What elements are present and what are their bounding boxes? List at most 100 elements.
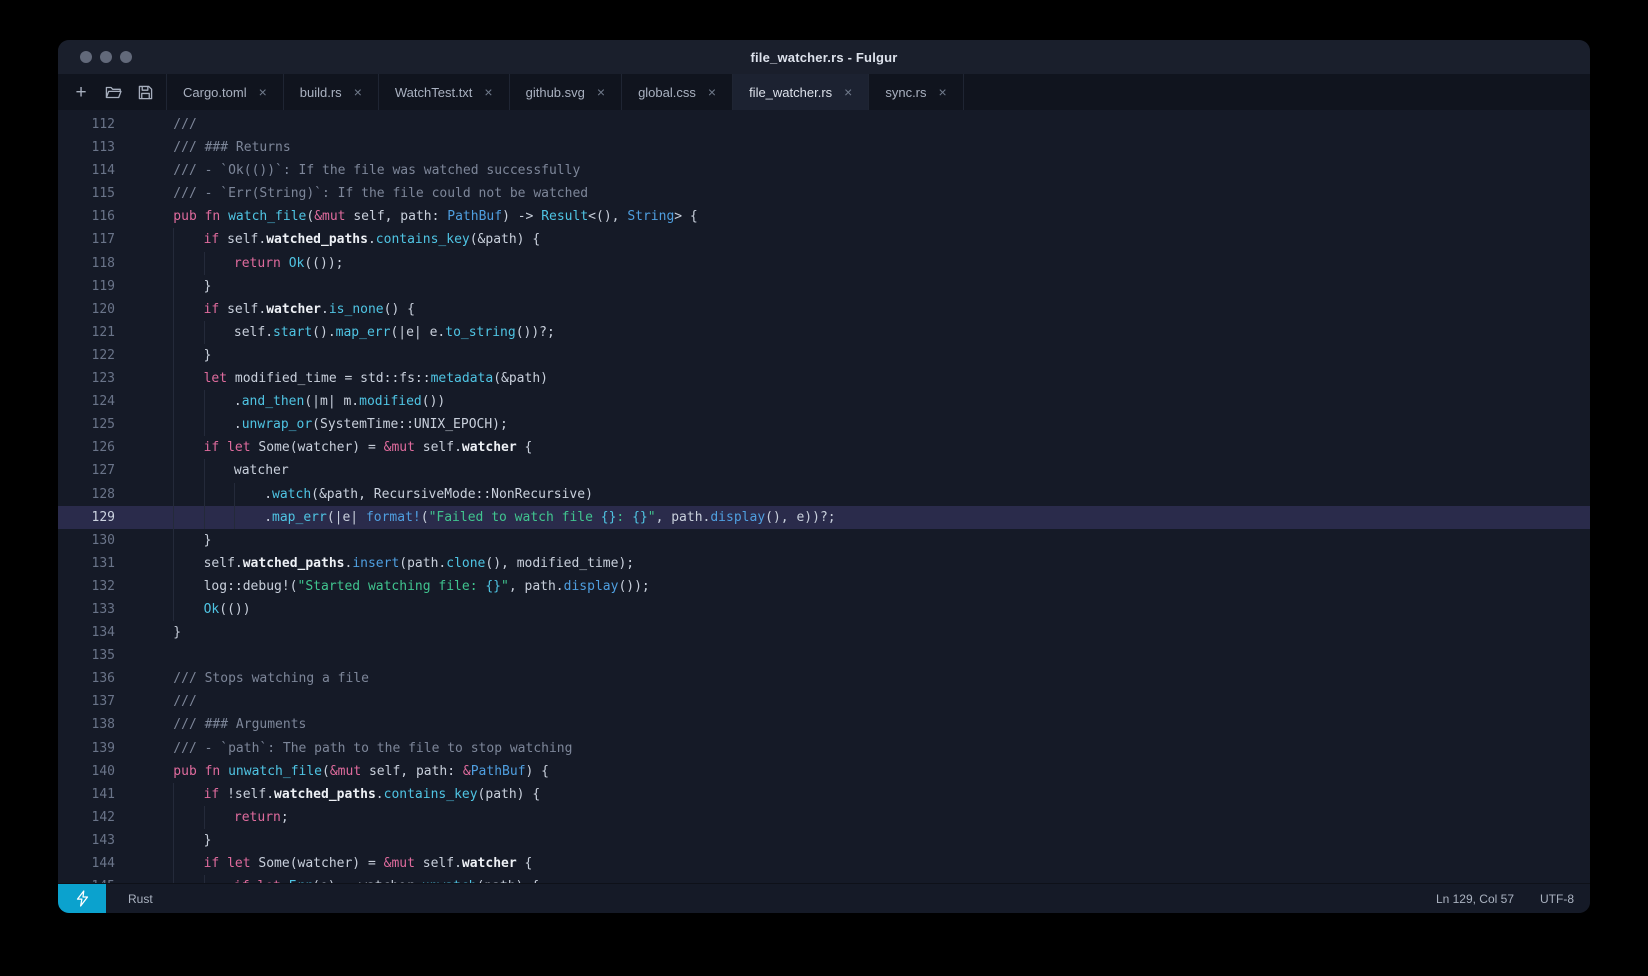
- line-number: 112: [91, 117, 115, 132]
- tab-label: github.svg: [525, 84, 585, 100]
- tab-build.rs[interactable]: build.rs ×: [284, 74, 379, 110]
- code-text: Ok(()): [142, 597, 251, 622]
- line-number: 124: [91, 394, 115, 410]
- code-text: if !self.watched_paths.contains_key(path…: [142, 782, 540, 806]
- tab-global.css[interactable]: global.css ×: [622, 74, 734, 110]
- tab-Cargo.toml[interactable]: Cargo.toml ×: [166, 74, 284, 110]
- code-line-128[interactable]: 128 .watch(&path, RecursiveMode::NonRecur…: [58, 482, 1590, 506]
- code-line-130[interactable]: 130}: [58, 528, 1590, 552]
- code-line-133[interactable]: 133 Ok(()): [58, 597, 1590, 622]
- tab-close-icon[interactable]: ×: [597, 85, 605, 99]
- code-line-126[interactable]: 126 if let Some(watcher) = &mut self.watc…: [58, 436, 1590, 460]
- code-line-144[interactable]: 144 if let Some(watcher) = &mut self.watc…: [58, 852, 1590, 876]
- line-number: 130: [91, 532, 115, 548]
- tab-label: Cargo.toml: [183, 84, 247, 100]
- code-text: /// Stops watching a file: [173, 671, 369, 687]
- code-line-142[interactable]: 142 return;: [58, 805, 1590, 829]
- code-line-122[interactable]: 122}: [58, 343, 1590, 368]
- tab-label: file_watcher.rs: [749, 84, 833, 100]
- line-number: 125: [91, 417, 115, 433]
- code-text: .watch(&path, RecursiveMode::NonRecursiv…: [142, 482, 593, 506]
- line-number: 122: [91, 347, 115, 363]
- code-line-125[interactable]: 125 .unwrap_or(SystemTime::UNIX_EPOCH);: [58, 413, 1590, 437]
- editor-window: file_watcher.rs - Fulgur + Cargo.toml × bu…: [58, 40, 1590, 913]
- tab-close-icon[interactable]: ×: [844, 85, 852, 99]
- code-line-143[interactable]: 143}: [58, 828, 1590, 852]
- line-number: 134: [91, 625, 115, 641]
- code-line-114[interactable]: 114 /// - `Ok(())`: If the file was watch…: [58, 159, 1590, 182]
- code-text: self.watched_paths.insert(path.clone(), …: [142, 551, 634, 575]
- code-line-115[interactable]: 115 /// - `Err(String)`: If the file coul…: [58, 182, 1590, 205]
- cursor-position-indicator[interactable]: Ln 129, Col 57: [1436, 892, 1514, 906]
- code-text: watcher: [142, 459, 289, 483]
- tab-WatchTest.txt[interactable]: WatchTest.txt ×: [379, 74, 510, 110]
- status-bar: Rust Ln 129, Col 57 UTF-8: [58, 883, 1590, 913]
- save-button[interactable]: [132, 79, 158, 105]
- code-line-131[interactable]: 131 self.watched_paths.insert(path.clone(…: [58, 551, 1590, 575]
- code-line-135[interactable]: 135: [58, 644, 1590, 667]
- open-folder-button[interactable]: [100, 79, 126, 105]
- line-number: 138: [91, 717, 115, 733]
- line-number: 119: [91, 278, 115, 294]
- tab-label: sync.rs: [885, 84, 927, 100]
- code-line-137[interactable]: 137 ///: [58, 690, 1590, 713]
- line-number: 145: [70, 875, 115, 883]
- save-icon: [138, 85, 152, 99]
- tab-github.svg[interactable]: github.svg ×: [510, 74, 623, 110]
- tab-close-icon[interactable]: ×: [708, 85, 716, 99]
- tab-close-icon[interactable]: ×: [484, 85, 492, 99]
- code-text: .map_err(|e| format!("Failed to watch fi…: [142, 505, 836, 529]
- line-number: 144: [91, 856, 115, 871]
- code-line-112[interactable]: 112 ///: [58, 113, 1590, 136]
- code-text: if let Some(watcher) = &mut self.watcher…: [142, 436, 532, 460]
- code-line-141[interactable]: 141 if !self.watched_paths.contains_key(p…: [58, 782, 1590, 806]
- code-line-117[interactable]: 117 if self.watched_paths.contains_key(&p…: [58, 228, 1590, 252]
- code-line-118[interactable]: 118 return Ok(());: [58, 251, 1590, 275]
- code-line-134[interactable]: 134}: [58, 621, 1590, 644]
- code-line-124[interactable]: 124 .and_then(|m| m.modified()): [58, 390, 1590, 414]
- code-line-127[interactable]: 127 watcher: [58, 459, 1590, 483]
- tab-file_watcher.rs[interactable]: file_watcher.rs ×: [733, 74, 870, 110]
- code-line-129[interactable]: 129 .map_err(|e| format!("Failed to watch…: [58, 505, 1590, 529]
- status-right: Ln 129, Col 57 UTF-8: [1436, 892, 1590, 906]
- code-line-123[interactable]: 123 let modified_time = std::fs::metadata…: [58, 367, 1590, 391]
- tab-close-icon[interactable]: ×: [354, 85, 362, 99]
- line-number: 136: [91, 671, 115, 687]
- code-editor[interactable]: 112 /// 113 /// ### Returns 114 /// - `Ok(())…: [58, 110, 1590, 883]
- code-line-145[interactable]: 145 if let Err(e) = watcher.unwatch(path)…: [58, 875, 1590, 883]
- lightning-bolt-icon: [76, 890, 88, 907]
- code-line-132[interactable]: 132 log::debug!("Started watching file: {…: [58, 574, 1590, 598]
- line-number: 140: [91, 763, 115, 779]
- close-window-button[interactable]: [80, 51, 92, 63]
- window-title: file_watcher.rs - Fulgur: [750, 49, 898, 65]
- code-text: pub fn unwatch_file(&mut self, path: &Pa…: [173, 763, 550, 779]
- status-badge[interactable]: [58, 884, 106, 913]
- line-number: 121: [91, 324, 115, 340]
- code-line-140[interactable]: 140 pub fn unwatch_file(&mut self, path: …: [58, 760, 1590, 783]
- code-line-139[interactable]: 139 /// - `path`: The path to the file to…: [58, 737, 1590, 760]
- code-text: /// - `path`: The path to the file to st…: [173, 740, 573, 756]
- code-line-121[interactable]: 121 self.start().map_err(|e| e.to_string(…: [58, 320, 1590, 344]
- encoding-indicator[interactable]: UTF-8: [1540, 892, 1574, 906]
- code-text: self.start().map_err(|e| e.to_string())?…: [142, 320, 555, 344]
- tab-sync.rs[interactable]: sync.rs ×: [869, 74, 964, 110]
- minimize-window-button[interactable]: [100, 51, 112, 63]
- code-line-119[interactable]: 119}: [58, 274, 1590, 298]
- zoom-window-button[interactable]: [120, 51, 132, 63]
- code-line-120[interactable]: 120 if self.watcher.is_none() {: [58, 297, 1590, 321]
- code-text: }: [142, 528, 211, 552]
- code-line-138[interactable]: 138 /// ### Arguments: [58, 713, 1590, 736]
- code-text: if self.watched_paths.contains_key(&path…: [142, 228, 540, 252]
- tab-close-icon[interactable]: ×: [259, 85, 267, 99]
- code-text: let modified_time = std::fs::metadata(&p…: [142, 367, 548, 391]
- line-number: 137: [91, 694, 115, 710]
- language-indicator[interactable]: Rust: [128, 892, 153, 906]
- tab-close-icon[interactable]: ×: [939, 85, 947, 99]
- new-tab-button[interactable]: +: [68, 79, 94, 105]
- code-line-116[interactable]: 116 pub fn watch_file(&mut self, path: Pa…: [58, 205, 1590, 228]
- code-text: ///: [173, 694, 197, 710]
- code-lines: 112 /// 113 /// ### Returns 114 /// - `Ok(())…: [58, 113, 1590, 883]
- code-line-113[interactable]: 113 /// ### Returns: [58, 136, 1590, 159]
- line-number: 120: [91, 301, 115, 317]
- code-line-136[interactable]: 136 /// Stops watching a file: [58, 667, 1590, 690]
